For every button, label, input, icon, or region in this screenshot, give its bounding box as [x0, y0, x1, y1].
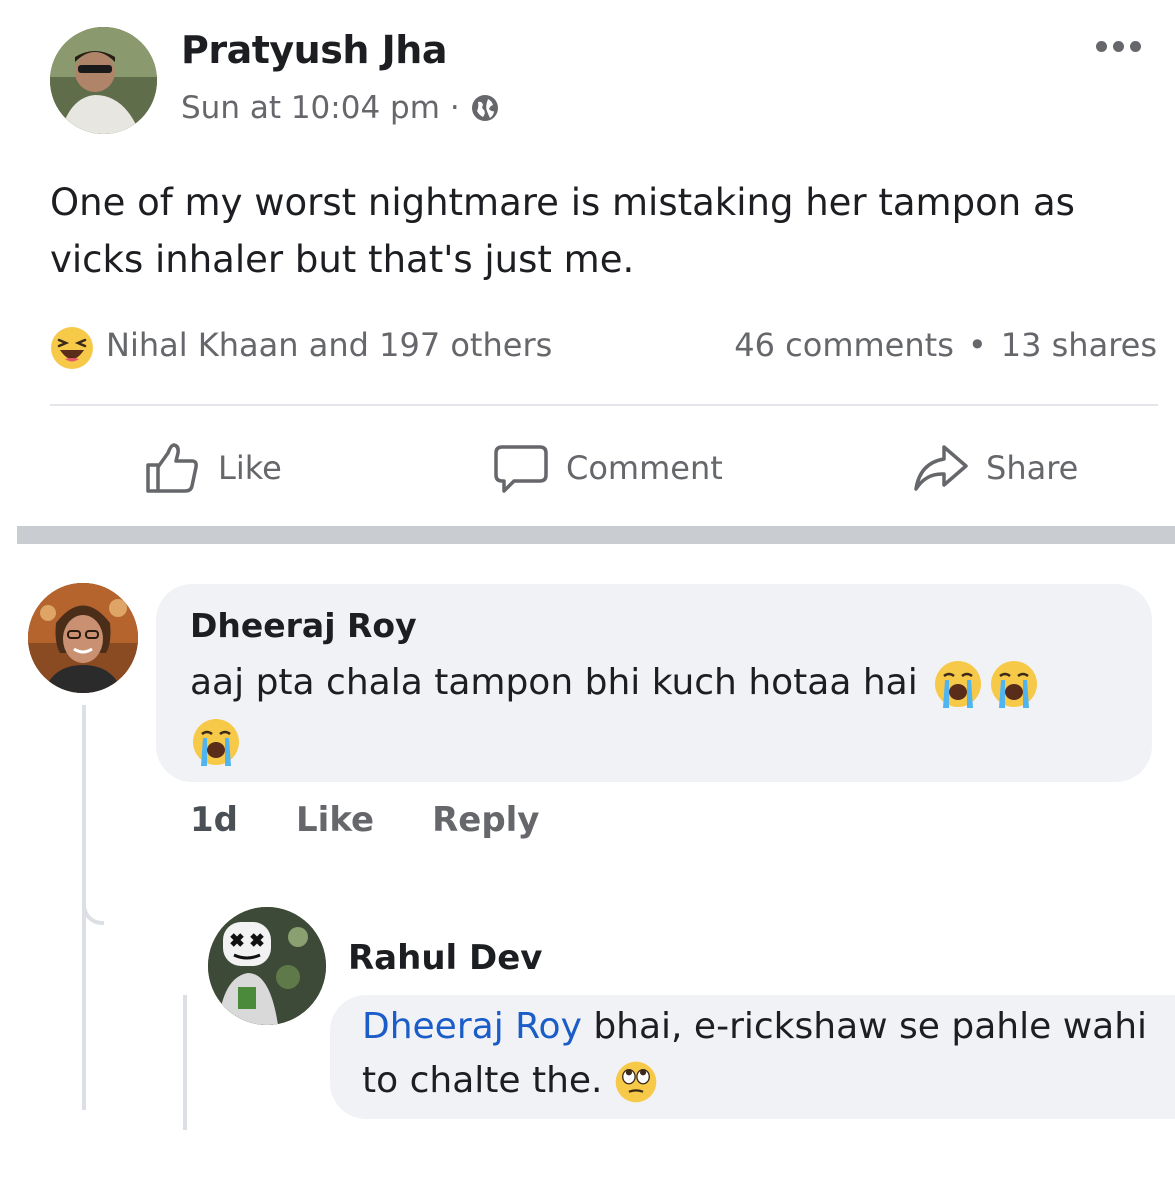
comment-like-button[interactable]: Like	[296, 800, 374, 840]
eye-roll-emoji-icon	[615, 1061, 656, 1103]
replier-name[interactable]: Rahul Dev	[348, 938, 542, 978]
comment-text: aaj pta chala tampon bhi kuch hotaa hai	[190, 654, 1130, 770]
comment-actions: 1d Like Reply	[190, 800, 539, 840]
more-options-icon[interactable]	[1096, 36, 1144, 56]
comment-time[interactable]: 1d	[190, 800, 238, 840]
post-stats: 46 comments • 13 shares	[734, 326, 1157, 364]
share-label: Share	[986, 449, 1079, 487]
thread-line	[183, 995, 187, 1130]
crying-face-emoji-icon	[990, 661, 1037, 708]
divider	[50, 404, 1158, 406]
comment-reply-button[interactable]: Reply	[432, 800, 539, 840]
share-arrow-icon	[914, 445, 968, 491]
share-button[interactable]: Share	[912, 438, 1078, 498]
commenter-avatar[interactable]	[28, 583, 138, 693]
comment-bubble-icon	[494, 445, 548, 493]
stats-separator: •	[967, 326, 987, 364]
like-button[interactable]: Like	[144, 438, 282, 498]
crying-face-emoji-icon	[193, 719, 239, 766]
meta-separator: ·	[449, 90, 460, 126]
like-label: Like	[218, 449, 282, 487]
replier-avatar[interactable]	[208, 907, 326, 1025]
mention-link[interactable]: Dheeraj Roy	[362, 1006, 582, 1047]
post-author-name[interactable]: Pratyush Jha	[181, 28, 447, 72]
post-time[interactable]: Sun at 10:04 pm	[181, 90, 440, 126]
post-author-avatar[interactable]	[50, 27, 157, 134]
reply-text: Dheeraj Roy bhai, e-rickshaw se pahle wa…	[362, 1000, 1162, 1108]
comment-label: Comment	[566, 449, 723, 487]
commenter-name[interactable]: Dheeraj Roy	[190, 606, 417, 645]
thumbs-up-icon	[146, 443, 198, 493]
section-separator	[17, 526, 1175, 544]
crying-face-emoji-icon	[934, 661, 981, 708]
globe-icon	[471, 95, 498, 121]
haha-emoji-icon[interactable]	[50, 326, 94, 370]
comment-button[interactable]: Comment	[492, 438, 723, 498]
post-text: One of my worst nightmare is mistaking h…	[50, 181, 1075, 281]
comments-count[interactable]: 46 comments	[734, 326, 954, 364]
shares-count[interactable]: 13 shares	[1001, 326, 1157, 364]
reactions-summary[interactable]: Nihal Khaan and 197 others	[106, 326, 552, 364]
comment-text-body: aaj pta chala tampon bhi kuch hotaa hai	[190, 662, 918, 703]
post-meta: Sun at 10:04 pm ·	[181, 90, 500, 126]
